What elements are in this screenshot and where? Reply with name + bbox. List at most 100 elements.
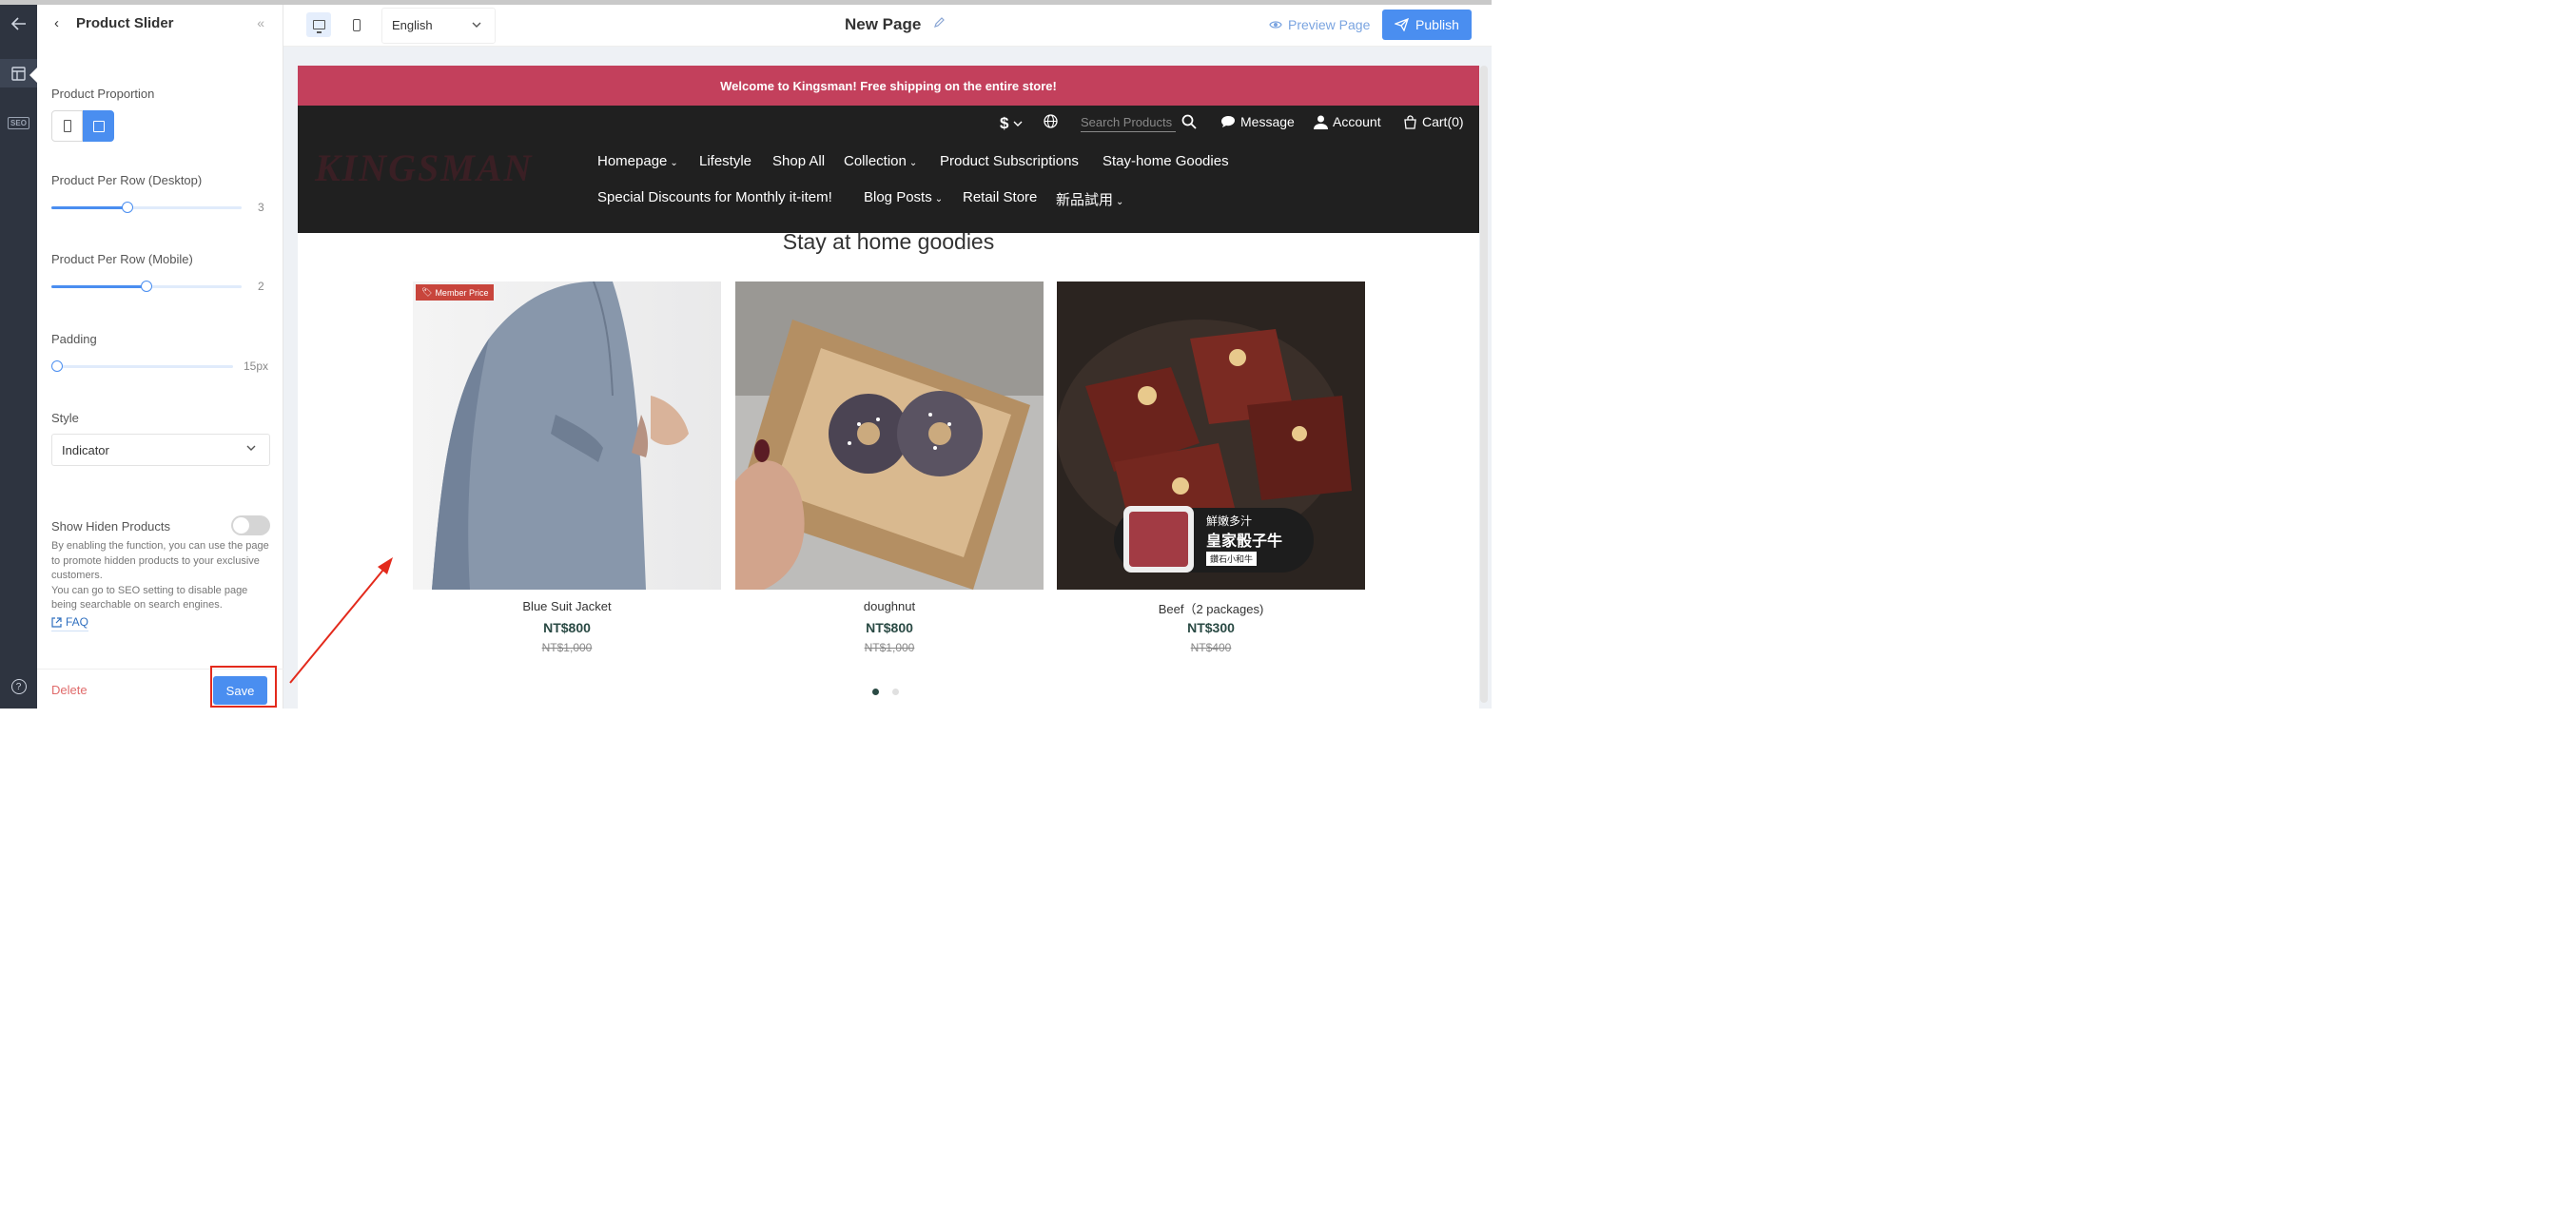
portrait-proportion-button[interactable]	[51, 110, 83, 142]
show-hidden-products-toggle[interactable]	[231, 515, 270, 535]
slider-thumb[interactable]	[51, 360, 63, 372]
product-proportion-label: Product Proportion	[51, 87, 155, 101]
nav-product-subscriptions[interactable]: Product Subscriptions	[940, 153, 1079, 169]
padding-slider[interactable]	[51, 360, 238, 372]
show-hidden-products-label: Show Hiden Products	[51, 519, 171, 534]
faq-link[interactable]: FAQ	[51, 615, 89, 631]
product-name[interactable]: Blue Suit Jacket	[413, 599, 721, 613]
editor-topbar: English New Page Preview Page Publish	[283, 5, 1492, 47]
send-icon	[1395, 18, 1410, 31]
portrait-icon	[63, 120, 71, 132]
mobile-view-button[interactable]	[344, 12, 369, 37]
currency-selector[interactable]: $	[1000, 114, 1023, 133]
chevron-down-icon	[472, 19, 481, 30]
account-link[interactable]: Account	[1314, 114, 1381, 129]
proportion-toggle-group	[51, 110, 114, 142]
monitor-icon	[312, 20, 325, 33]
cart-link[interactable]: Cart(0)	[1403, 114, 1464, 129]
chevron-down-icon	[1013, 121, 1023, 126]
search-icon[interactable]	[1181, 114, 1197, 129]
slider-dot[interactable]	[872, 689, 879, 695]
slider-thumb[interactable]	[141, 281, 152, 292]
desktop-view-button[interactable]	[306, 12, 331, 37]
delete-button[interactable]: Delete	[51, 683, 88, 697]
publish-button[interactable]: Publish	[1382, 10, 1472, 40]
nav-collection[interactable]: Collection ⌄	[844, 153, 917, 169]
nav-homepage[interactable]: Homepage ⌄	[597, 153, 678, 169]
user-icon	[1314, 115, 1328, 129]
edit-pencil-icon[interactable]	[934, 17, 945, 30]
product-original-price: NT$400	[1190, 641, 1232, 654]
product-price: NT$800	[543, 620, 591, 635]
per-row-desktop-slider[interactable]	[51, 202, 242, 213]
nav-blog-posts[interactable]: Blog Posts ⌄	[864, 189, 943, 205]
product-image-jacket[interactable]: 🏷 Member Price	[413, 281, 721, 590]
chevron-down-icon	[246, 442, 256, 454]
editor-rail: SEO ?	[0, 5, 37, 709]
show-hidden-description: By enabling the function, you can use th…	[51, 540, 269, 611]
member-price-badge: 🏷 Member Price	[416, 284, 495, 301]
section-title: Stay at home goodies	[782, 229, 995, 254]
search-input[interactable]: Search Products	[1081, 115, 1176, 132]
product-price: NT$800	[866, 620, 913, 635]
help-icon[interactable]: ?	[0, 672, 37, 701]
product-original-price: NT$1,000	[864, 641, 915, 654]
panel-back-icon[interactable]: ‹	[54, 15, 59, 31]
per-row-desktop-label: Product Per Row (Desktop)	[51, 173, 203, 187]
nav-stay-home-goodies[interactable]: Stay-home Goodies	[1103, 153, 1229, 169]
slider-indicator	[872, 689, 899, 695]
seo-icon[interactable]: SEO	[0, 108, 37, 137]
chevron-down-icon: ⌄	[908, 158, 918, 168]
per-row-desktop-value: 3	[258, 201, 264, 214]
nav-lifestyle[interactable]: Lifestyle	[699, 153, 751, 169]
back-arrow-icon[interactable]	[0, 10, 37, 38]
beef-image-caption-1: 鮮嫩多汁	[1206, 514, 1253, 528]
slider-dot[interactable]	[892, 689, 899, 695]
store-logo[interactable]: KINGSMAN	[315, 146, 533, 190]
eye-icon	[1269, 21, 1282, 29]
nav-new-trial[interactable]: 新品試用 ⌄	[1056, 189, 1123, 209]
chevron-down-icon: ⌄	[670, 158, 678, 168]
style-select[interactable]: Indicator	[51, 434, 270, 466]
product-image-beef[interactable]: 鮮嫩多汁 皇家骰子牛 鑽石小和牛	[1057, 281, 1365, 590]
site-preview: Welcome to Kingsman! Free shipping on th…	[298, 66, 1479, 709]
collapse-panel-icon[interactable]: «	[257, 15, 264, 30]
nav-retail-store[interactable]: Retail Store	[963, 189, 1037, 205]
beef-image-caption-3: 鑽石小和牛	[1206, 552, 1258, 566]
globe-icon[interactable]	[1044, 114, 1058, 128]
shopping-bag-icon	[1404, 114, 1416, 129]
product-name[interactable]: doughnut	[735, 599, 1044, 613]
square-icon	[92, 120, 105, 132]
style-label: Style	[51, 411, 79, 425]
padding-value: 15px	[244, 359, 269, 373]
product-image-doughnut[interactable]	[735, 281, 1044, 590]
slider-thumb[interactable]	[122, 202, 133, 213]
product-price: NT$300	[1187, 620, 1235, 635]
square-proportion-button[interactable]	[83, 110, 114, 142]
nav-special-discounts[interactable]: Special Discounts for Monthly it-item!	[597, 189, 832, 205]
chevron-down-icon: ⌄	[934, 194, 944, 204]
page-name: New Page	[845, 15, 922, 33]
announcement-bar: Welcome to Kingsman! Free shipping on th…	[298, 66, 1479, 106]
language-select[interactable]: English	[381, 8, 496, 44]
per-row-mobile-label: Product Per Row (Mobile)	[51, 252, 193, 266]
save-highlight-box	[210, 666, 277, 708]
padding-label: Padding	[51, 332, 97, 346]
per-row-mobile-value: 2	[258, 280, 264, 293]
chevron-down-icon: ⌄	[1116, 197, 1124, 207]
product-name[interactable]: Beef（2 packages)	[1057, 599, 1365, 617]
per-row-mobile-slider[interactable]	[51, 281, 242, 292]
beef-image-caption-2: 皇家骰子牛	[1206, 532, 1283, 550]
active-section-notch	[29, 68, 37, 83]
message-link[interactable]: Message	[1220, 114, 1295, 129]
preview-page-button[interactable]: Preview Page	[1269, 17, 1370, 32]
style-select-value: Indicator	[62, 442, 109, 457]
chat-bubble-icon	[1221, 116, 1235, 127]
phone-icon	[353, 18, 361, 31]
canvas-scrollbar[interactable]	[1480, 66, 1488, 703]
nav-shop-all[interactable]: Shop All	[772, 153, 825, 169]
product-original-price: NT$1,000	[541, 641, 593, 654]
external-link-icon	[51, 616, 62, 628]
panel-header: ‹ Product Slider «	[37, 5, 283, 45]
settings-panel: ‹ Product Slider « Product Proportion Pr…	[37, 5, 283, 709]
